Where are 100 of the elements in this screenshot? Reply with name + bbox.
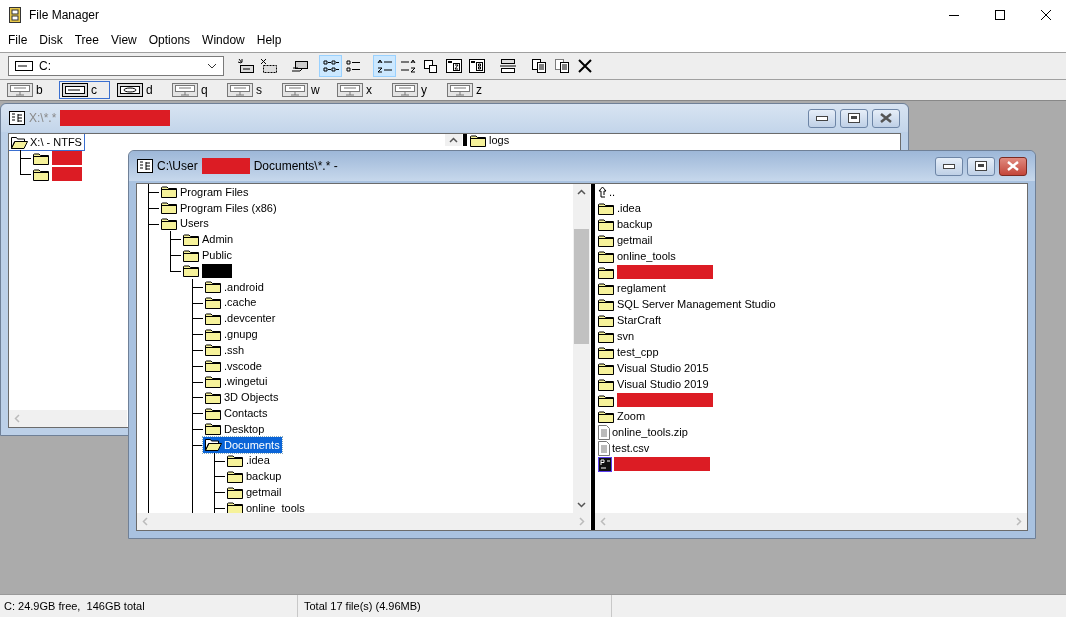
folder-node[interactable]: .devcenter [203, 310, 278, 327]
status-text: C: 24.9GB free, 146GB total [0, 595, 298, 617]
directory-entry[interactable]: online_tools.zip [598, 424, 1024, 440]
directory-entry[interactable]: test_cpp [598, 344, 1024, 360]
network-drive-icon [392, 83, 418, 97]
scroll-right-icon [579, 517, 585, 526]
folder-icon [598, 313, 615, 327]
folder-node[interactable]: .android [203, 278, 266, 295]
drive-button[interactable]: b [4, 81, 55, 99]
vertical-scrollbar[interactable] [573, 184, 590, 513]
folder-icon [598, 201, 615, 215]
directory-entry[interactable]: Visual Studio 2015 [598, 360, 1024, 376]
directory-entry[interactable]: test.csv [598, 440, 1024, 456]
drive-button[interactable]: y [389, 81, 440, 99]
folder-icon [33, 151, 50, 165]
drive-button[interactable]: w [279, 81, 330, 99]
menu-item[interactable]: Disk [39, 33, 63, 47]
status-text: Total 17 file(s) (4.96MB) [298, 595, 612, 617]
folder-icon [227, 469, 244, 483]
folder-icon [598, 345, 615, 359]
menu-item[interactable]: Options [148, 33, 191, 47]
network-drive-icon [172, 83, 198, 97]
app-icon [598, 456, 612, 472]
network-drive-icon [7, 83, 33, 97]
up-arrow-icon [598, 186, 607, 198]
folder-icon [183, 264, 200, 278]
drive-button[interactable]: c [59, 81, 110, 99]
splitter[interactable] [462, 134, 467, 146]
directory-entry[interactable]: getmail [598, 232, 1024, 248]
directory-entry[interactable]: backup [598, 216, 1024, 232]
scroll-up-button[interactable] [445, 134, 462, 146]
menu-item[interactable]: Tree [74, 33, 99, 47]
folder-node[interactable] [31, 150, 84, 166]
drive-dropdown[interactable]: C: [8, 56, 224, 76]
folder-node[interactable]: getmail [225, 484, 284, 500]
directory-entry[interactable]: SQL Server Management Studio [598, 296, 1024, 312]
horizontal-scrollbar[interactable] [137, 513, 590, 530]
menu-item[interactable]: View [110, 33, 137, 47]
directory-entry[interactable]: Visual Studio 2019 [598, 376, 1024, 392]
folder-node[interactable]: backup [225, 468, 284, 485]
folder-node[interactable]: .ssh [203, 341, 247, 358]
drive-button[interactable]: d [114, 81, 165, 99]
folder-node[interactable]: .cache [203, 294, 259, 311]
close-button[interactable] [999, 156, 1027, 176]
minimize-button[interactable] [808, 108, 836, 128]
folder-node[interactable] [181, 263, 234, 279]
folder-node[interactable]: online_tools [225, 499, 307, 513]
folder-node[interactable]: .wingetui [203, 373, 270, 390]
close-icon [1006, 161, 1020, 171]
drive-button[interactable]: q [169, 81, 220, 99]
folder-icon [470, 134, 487, 147]
folder-node[interactable]: Documents [203, 436, 282, 453]
folder-node[interactable]: Desktop [203, 420, 267, 437]
window-title: X:\*.* [29, 111, 57, 125]
menu-item[interactable]: Help [256, 33, 282, 47]
drive-sparkle-icon [236, 58, 255, 74]
document-icon [598, 424, 610, 440]
folder-node[interactable]: Admin [181, 231, 236, 248]
scroll-left-icon [600, 517, 606, 526]
folder-icon [598, 409, 615, 423]
drive-button[interactable]: x [334, 81, 385, 99]
horizontal-scrollbar[interactable] [9, 410, 127, 427]
folder-node[interactable]: Contacts [203, 405, 270, 421]
toolbar-button[interactable] [319, 55, 342, 77]
splitter[interactable] [590, 184, 595, 530]
folder-node[interactable]: .idea [225, 452, 272, 469]
folder-node[interactable]: .gnupg [203, 326, 260, 342]
folder-node[interactable]: Public [181, 247, 234, 263]
drive-button[interactable]: z [444, 81, 495, 99]
horizontal-scrollbar[interactable] [595, 513, 1027, 530]
folder-node[interactable]: .vscode [203, 357, 264, 374]
folder-icon [227, 485, 244, 499]
directory-entry[interactable]: .idea [598, 200, 1024, 216]
directory-entry[interactable]: .. [598, 184, 1024, 200]
maximize-icon[interactable] [994, 9, 1006, 21]
folder-node[interactable]: 3D Objects [203, 389, 281, 406]
close-icon[interactable] [1040, 9, 1052, 21]
directory-entry[interactable]: svn [598, 328, 1024, 344]
menu-item[interactable]: File [8, 33, 28, 47]
close-button[interactable] [872, 108, 900, 128]
folder-node[interactable]: Users [159, 215, 211, 232]
drive-hand-icon [290, 58, 309, 74]
folder-icon [161, 217, 178, 230]
directory-entry[interactable]: online_tools [598, 248, 1024, 264]
network-drive-icon [447, 83, 473, 97]
folder-icon [205, 374, 222, 388]
directory-entry[interactable]: reglament [598, 280, 1024, 296]
menu-item[interactable]: Window [202, 33, 245, 47]
folder-node[interactable]: Program Files [159, 184, 251, 200]
directory-entry[interactable]: StarCraft [598, 312, 1024, 328]
folder-node[interactable]: Program Files (x86) [159, 199, 279, 216]
minimize-button[interactable] [935, 156, 963, 176]
windows-icon [421, 58, 440, 74]
folder-node[interactable]: X:\ - NTFS [9, 134, 84, 150]
folder-node[interactable] [31, 166, 84, 182]
restore-button[interactable] [840, 108, 868, 128]
directory-entry[interactable]: logs [470, 134, 510, 147]
restore-button[interactable] [967, 156, 995, 176]
drive-button[interactable]: s [224, 81, 275, 99]
directory-entry[interactable]: Zoom [598, 408, 1024, 424]
